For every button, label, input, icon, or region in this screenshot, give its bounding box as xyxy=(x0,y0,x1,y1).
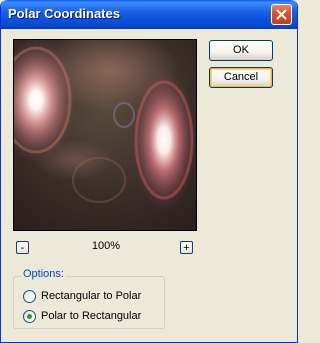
title-bar[interactable]: Polar Coordinates xyxy=(1,0,297,29)
close-icon xyxy=(276,9,287,20)
options-legend: Options: xyxy=(21,268,66,280)
zoom-out-button[interactable]: - xyxy=(16,241,29,254)
radio-label: Rectangular to Polar xyxy=(41,290,142,302)
dialog-title: Polar Coordinates xyxy=(8,6,120,21)
filter-preview[interactable] xyxy=(13,39,197,231)
cancel-button[interactable]: Cancel xyxy=(209,67,273,88)
close-button[interactable] xyxy=(271,4,292,25)
radio-polar-to-rectangular[interactable] xyxy=(23,309,36,323)
rectangular-to-polar-option[interactable]: Rectangular to Polar xyxy=(23,289,141,303)
polar-coordinates-dialog: Polar Coordinates - 100% + OK Cancel Opt… xyxy=(0,0,298,343)
zoom-in-button[interactable]: + xyxy=(180,241,193,254)
polar-to-rectangular-option[interactable]: Polar to Rectangular xyxy=(23,309,141,323)
radio-rectangular-to-polar[interactable] xyxy=(23,289,36,303)
zoom-level: 100% xyxy=(91,240,121,252)
ok-button[interactable]: OK xyxy=(209,40,273,61)
radio-label: Polar to Rectangular xyxy=(41,310,142,322)
